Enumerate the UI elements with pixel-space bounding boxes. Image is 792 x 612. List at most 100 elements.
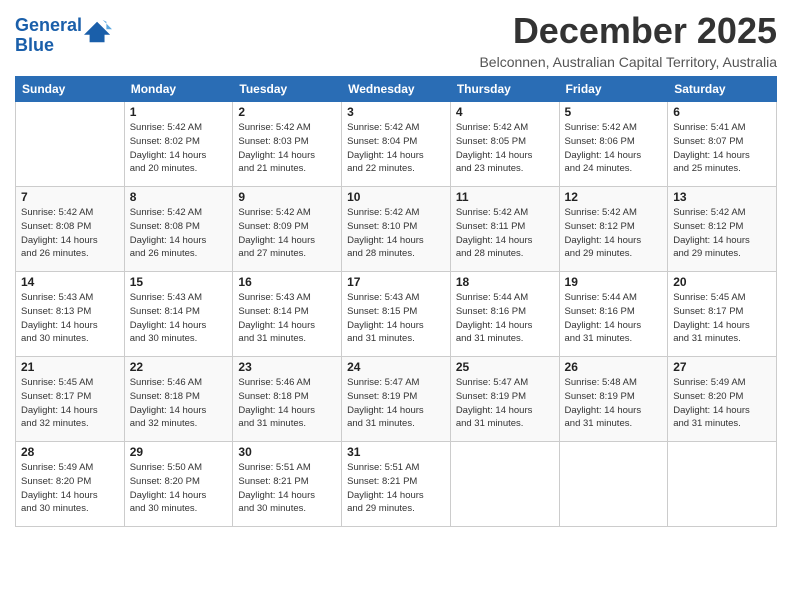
- day-info: Sunrise: 5:42 AM Sunset: 8:08 PM Dayligh…: [21, 206, 119, 261]
- weekday-header-thursday: Thursday: [450, 77, 559, 102]
- day-info: Sunrise: 5:41 AM Sunset: 8:07 PM Dayligh…: [673, 121, 771, 176]
- day-cell: 17 Sunrise: 5:43 AM Sunset: 8:15 PM Dayli…: [342, 272, 451, 357]
- day-cell: 13 Sunrise: 5:42 AM Sunset: 8:12 PM Dayli…: [668, 187, 777, 272]
- day-cell: 8 Sunrise: 5:42 AM Sunset: 8:08 PM Daylig…: [124, 187, 233, 272]
- day-cell: 18Sunrise: 5:44 AM Sunset: 8:16 PM Dayli…: [450, 272, 559, 357]
- header: General Blue December 2025 Belconnen, Au…: [15, 10, 777, 70]
- weekday-header-sunday: Sunday: [16, 77, 125, 102]
- day-number: 13: [673, 190, 771, 204]
- day-info: Sunrise: 5:42 AM Sunset: 8:05 PM Dayligh…: [456, 121, 554, 176]
- day-info: Sunrise: 5:42 AM Sunset: 8:06 PM Dayligh…: [565, 121, 663, 176]
- logo-general: General: [15, 15, 82, 35]
- weekday-header-saturday: Saturday: [668, 77, 777, 102]
- day-number: 11: [456, 190, 554, 204]
- day-info: Sunrise: 5:50 AM Sunset: 8:20 PM Dayligh…: [130, 461, 228, 516]
- day-cell: [450, 442, 559, 527]
- day-info: Sunrise: 5:42 AM Sunset: 8:02 PM Dayligh…: [130, 121, 228, 176]
- day-cell: [559, 442, 668, 527]
- day-info: Sunrise: 5:42 AM Sunset: 8:12 PM Dayligh…: [673, 206, 771, 261]
- day-number: 17: [347, 275, 445, 289]
- day-number: 18: [456, 275, 554, 289]
- day-number: 8: [130, 190, 228, 204]
- day-info: Sunrise: 5:48 AM Sunset: 8:19 PM Dayligh…: [565, 376, 663, 431]
- day-cell: 16Sunrise: 5:43 AM Sunset: 8:14 PM Dayli…: [233, 272, 342, 357]
- day-cell: 14 Sunrise: 5:43 AM Sunset: 8:13 PM Dayli…: [16, 272, 125, 357]
- weekday-header-row: SundayMondayTuesdayWednesdayThursdayFrid…: [16, 77, 777, 102]
- weekday-header-monday: Monday: [124, 77, 233, 102]
- week-row-1: 1 Sunrise: 5:42 AM Sunset: 8:02 PM Daylig…: [16, 102, 777, 187]
- day-info: Sunrise: 5:43 AM Sunset: 8:14 PM Dayligh…: [238, 291, 336, 346]
- day-info: Sunrise: 5:43 AM Sunset: 8:13 PM Dayligh…: [21, 291, 119, 346]
- day-number: 9: [238, 190, 336, 204]
- day-info: Sunrise: 5:42 AM Sunset: 8:09 PM Dayligh…: [238, 206, 336, 261]
- day-number: 4: [456, 105, 554, 119]
- location: Belconnen, Australian Capital Territory,…: [479, 54, 777, 70]
- day-info: Sunrise: 5:42 AM Sunset: 8:04 PM Dayligh…: [347, 121, 445, 176]
- calendar: SundayMondayTuesdayWednesdayThursdayFrid…: [15, 76, 777, 527]
- day-number: 19: [565, 275, 663, 289]
- day-number: 20: [673, 275, 771, 289]
- day-cell: 30Sunrise: 5:51 AM Sunset: 8:21 PM Dayli…: [233, 442, 342, 527]
- day-info: Sunrise: 5:49 AM Sunset: 8:20 PM Dayligh…: [21, 461, 119, 516]
- day-cell: 1 Sunrise: 5:42 AM Sunset: 8:02 PM Daylig…: [124, 102, 233, 187]
- day-number: 24: [347, 360, 445, 374]
- day-cell: 23Sunrise: 5:46 AM Sunset: 8:18 PM Dayli…: [233, 357, 342, 442]
- day-number: 15: [130, 275, 228, 289]
- day-cell: 11 Sunrise: 5:42 AM Sunset: 8:11 PM Dayli…: [450, 187, 559, 272]
- day-info: Sunrise: 5:42 AM Sunset: 8:08 PM Dayligh…: [130, 206, 228, 261]
- day-number: 31: [347, 445, 445, 459]
- day-cell: 27 Sunrise: 5:49 AM Sunset: 8:20 PM Dayli…: [668, 357, 777, 442]
- day-cell: 26 Sunrise: 5:48 AM Sunset: 8:19 PM Dayli…: [559, 357, 668, 442]
- day-number: 26: [565, 360, 663, 374]
- day-info: Sunrise: 5:47 AM Sunset: 8:19 PM Dayligh…: [456, 376, 554, 431]
- week-row-4: 21 Sunrise: 5:45 AM Sunset: 8:17 PM Dayli…: [16, 357, 777, 442]
- day-cell: 15 Sunrise: 5:43 AM Sunset: 8:14 PM Dayli…: [124, 272, 233, 357]
- logo-blue: Blue: [15, 35, 54, 55]
- day-number: 21: [21, 360, 119, 374]
- day-info: Sunrise: 5:43 AM Sunset: 8:15 PM Dayligh…: [347, 291, 445, 346]
- weekday-header-friday: Friday: [559, 77, 668, 102]
- day-cell: 24 Sunrise: 5:47 AM Sunset: 8:19 PM Dayli…: [342, 357, 451, 442]
- day-number: 29: [130, 445, 228, 459]
- day-cell: 6 Sunrise: 5:41 AM Sunset: 8:07 PM Daylig…: [668, 102, 777, 187]
- day-cell: [16, 102, 125, 187]
- day-info: Sunrise: 5:51 AM Sunset: 8:21 PM Dayligh…: [238, 461, 336, 516]
- day-info: Sunrise: 5:45 AM Sunset: 8:17 PM Dayligh…: [21, 376, 119, 431]
- day-cell: 25 Sunrise: 5:47 AM Sunset: 8:19 PM Dayli…: [450, 357, 559, 442]
- day-number: 14: [21, 275, 119, 289]
- day-cell: 2 Sunrise: 5:42 AM Sunset: 8:03 PM Daylig…: [233, 102, 342, 187]
- day-number: 2: [238, 105, 336, 119]
- day-info: Sunrise: 5:42 AM Sunset: 8:03 PM Dayligh…: [238, 121, 336, 176]
- day-number: 7: [21, 190, 119, 204]
- day-info: Sunrise: 5:42 AM Sunset: 8:10 PM Dayligh…: [347, 206, 445, 261]
- month-year: December 2025: [479, 10, 777, 52]
- day-info: Sunrise: 5:47 AM Sunset: 8:19 PM Dayligh…: [347, 376, 445, 431]
- day-cell: 5 Sunrise: 5:42 AM Sunset: 8:06 PM Daylig…: [559, 102, 668, 187]
- day-number: 28: [21, 445, 119, 459]
- day-number: 23: [238, 360, 336, 374]
- day-number: 27: [673, 360, 771, 374]
- day-cell: 29 Sunrise: 5:50 AM Sunset: 8:20 PM Dayli…: [124, 442, 233, 527]
- day-info: Sunrise: 5:42 AM Sunset: 8:11 PM Dayligh…: [456, 206, 554, 261]
- week-row-5: 28 Sunrise: 5:49 AM Sunset: 8:20 PM Dayli…: [16, 442, 777, 527]
- day-number: 25: [456, 360, 554, 374]
- day-cell: 12Sunrise: 5:42 AM Sunset: 8:12 PM Dayli…: [559, 187, 668, 272]
- day-number: 3: [347, 105, 445, 119]
- day-info: Sunrise: 5:45 AM Sunset: 8:17 PM Dayligh…: [673, 291, 771, 346]
- day-cell: 28 Sunrise: 5:49 AM Sunset: 8:20 PM Dayli…: [16, 442, 125, 527]
- week-row-3: 14 Sunrise: 5:43 AM Sunset: 8:13 PM Dayli…: [16, 272, 777, 357]
- day-info: Sunrise: 5:43 AM Sunset: 8:14 PM Dayligh…: [130, 291, 228, 346]
- day-number: 5: [565, 105, 663, 119]
- day-cell: 22Sunrise: 5:46 AM Sunset: 8:18 PM Dayli…: [124, 357, 233, 442]
- day-number: 1: [130, 105, 228, 119]
- weekday-header-wednesday: Wednesday: [342, 77, 451, 102]
- day-cell: [668, 442, 777, 527]
- day-cell: 31Sunrise: 5:51 AM Sunset: 8:21 PM Dayli…: [342, 442, 451, 527]
- day-info: Sunrise: 5:49 AM Sunset: 8:20 PM Dayligh…: [673, 376, 771, 431]
- day-cell: 20 Sunrise: 5:45 AM Sunset: 8:17 PM Dayli…: [668, 272, 777, 357]
- day-cell: 19Sunrise: 5:44 AM Sunset: 8:16 PM Dayli…: [559, 272, 668, 357]
- day-number: 10: [347, 190, 445, 204]
- weekday-header-tuesday: Tuesday: [233, 77, 342, 102]
- day-number: 6: [673, 105, 771, 119]
- title-area: December 2025 Belconnen, Australian Capi…: [479, 10, 777, 70]
